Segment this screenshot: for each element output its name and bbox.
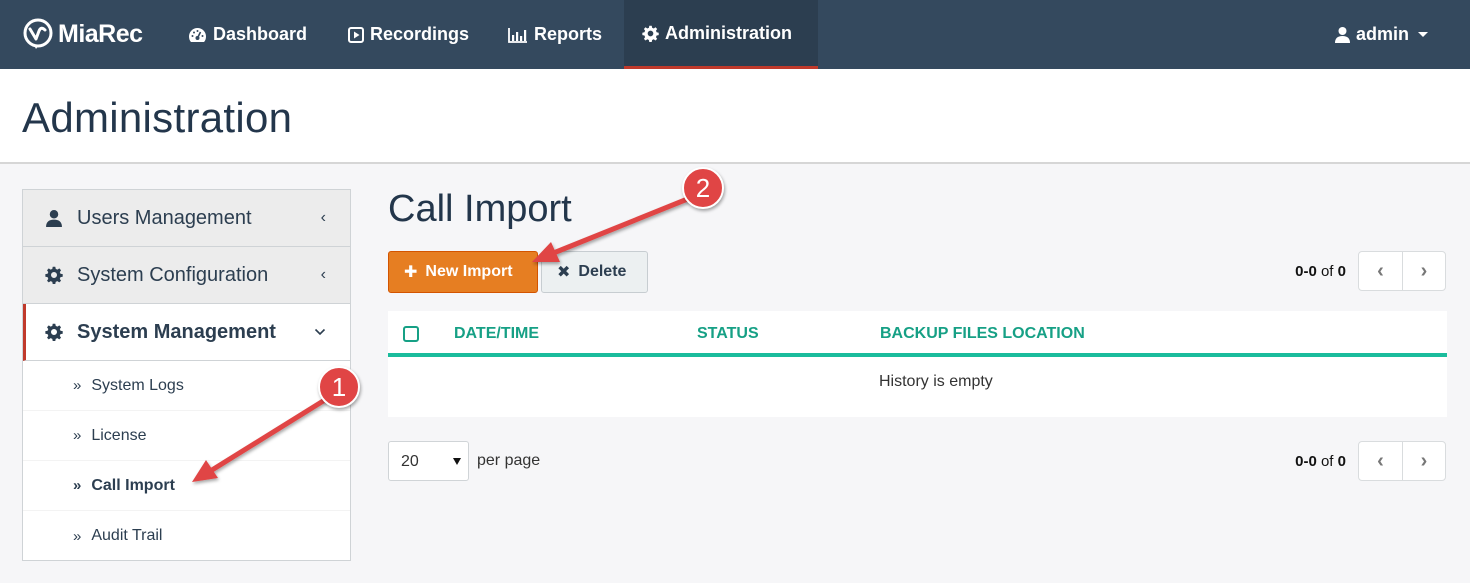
sidebar-item-license[interactable]: » License xyxy=(23,411,350,461)
nav-administration[interactable]: Administration xyxy=(624,0,818,69)
sidebar-group-label: System Management xyxy=(77,320,276,343)
pagination-bottom: 0-0 of 0 ‹ › xyxy=(1295,441,1446,481)
per-page-label: per page xyxy=(477,452,541,469)
pagination-range: 0-0 xyxy=(1295,452,1317,470)
plus-icon: ✚ xyxy=(404,264,418,281)
chevron-left-icon: ‹ xyxy=(320,266,326,283)
caret-down-icon xyxy=(1418,32,1428,37)
sidebar-item-label: Call Import xyxy=(91,476,175,494)
double-chevron-icon: » xyxy=(73,477,82,494)
pagination-buttons: ‹ › xyxy=(1358,251,1446,291)
new-import-label: New Import xyxy=(425,263,513,280)
sidebar-item-system-logs[interactable]: » System Logs xyxy=(23,361,350,411)
prev-page-button[interactable]: ‹ xyxy=(1359,442,1402,480)
delete-label: Delete xyxy=(578,263,627,280)
chevron-left-icon: ‹ xyxy=(1377,259,1384,282)
page-header: Administration xyxy=(0,69,1470,164)
brand-logo[interactable]: MiaRec xyxy=(22,16,143,52)
section-title: Call Import xyxy=(388,188,572,230)
empty-table-message: History is empty xyxy=(879,373,993,390)
brand-name: MiaRec xyxy=(58,19,143,48)
sidebar-group-label: System Configuration xyxy=(77,263,269,286)
caret-down-icon xyxy=(453,458,461,465)
double-chevron-icon: » xyxy=(73,377,82,394)
sidebar-group-system-configuration[interactable]: System Configuration ‹ xyxy=(23,247,350,304)
play-square-icon xyxy=(348,26,364,43)
nav-dashboard[interactable]: Dashboard xyxy=(188,0,307,69)
user-icon xyxy=(1334,27,1350,43)
per-page-select[interactable]: 20 xyxy=(388,441,469,481)
column-header-status[interactable]: STATUS xyxy=(697,325,759,343)
select-all-checkbox[interactable] xyxy=(403,326,419,342)
delete-button[interactable]: ✖ Delete xyxy=(541,251,648,293)
prev-page-button[interactable]: ‹ xyxy=(1359,252,1402,290)
double-chevron-icon: » xyxy=(73,527,82,545)
pagination-of: of xyxy=(1320,262,1334,280)
chevron-left-icon: ‹ xyxy=(1377,449,1384,472)
sidebar-item-call-import[interactable]: » Call Import xyxy=(23,461,350,511)
per-page-control: 20 per page xyxy=(388,441,540,481)
pagination-summary: 0-0 of 0 xyxy=(1295,263,1346,280)
pagination-range: 0-0 xyxy=(1295,262,1317,280)
next-page-button[interactable]: › xyxy=(1402,252,1445,290)
chevron-down-icon xyxy=(314,328,326,336)
dashboard-icon xyxy=(189,27,206,42)
per-page-value: 20 xyxy=(401,453,419,470)
sidebar-item-label: Audit Trail xyxy=(91,527,163,544)
pagination-total: 0 xyxy=(1337,262,1346,280)
nav-reports[interactable]: Reports xyxy=(508,0,602,69)
pagination-top: 0-0 of 0 ‹ › xyxy=(1295,251,1446,291)
sidebar-group-users-management[interactable]: Users Management ‹ xyxy=(23,190,350,247)
chevron-right-icon: › xyxy=(1420,449,1428,472)
pagination-total: 0 xyxy=(1337,452,1346,470)
table-header: DATE/TIME STATUS BACKUP FILES LOCATION xyxy=(388,311,1447,357)
nav-dashboard-label: Dashboard xyxy=(213,24,308,44)
new-import-button[interactable]: ✚ New Import xyxy=(388,251,538,293)
pagination-buttons: ‹ › xyxy=(1358,441,1446,481)
sidebar-group-system-management[interactable]: System Management xyxy=(23,304,350,361)
nav-reports-label: Reports xyxy=(534,24,603,44)
close-icon: ✖ xyxy=(557,264,571,281)
pagination-summary: 0-0 of 0 xyxy=(1295,453,1346,470)
user-name: admin xyxy=(1355,24,1409,44)
user-icon xyxy=(46,210,62,227)
sidebar-item-label: License xyxy=(91,426,147,444)
sidebar-group-label: Users Management xyxy=(77,206,252,229)
nav-recordings[interactable]: Recordings xyxy=(348,0,469,69)
top-navbar: MiaRec Dashboard Recordings Reports Admi… xyxy=(0,0,1470,69)
column-header-date-time[interactable]: DATE/TIME xyxy=(454,325,539,343)
column-header-backup-files-location[interactable]: BACKUP FILES LOCATION xyxy=(880,325,1085,343)
next-page-button[interactable]: › xyxy=(1402,442,1445,480)
nav-recordings-label: Recordings xyxy=(370,24,470,44)
user-menu[interactable]: admin xyxy=(1334,0,1428,69)
chevron-right-icon: › xyxy=(1420,259,1428,282)
gear-icon xyxy=(642,25,659,42)
sidebar: Users Management ‹ System Configuration … xyxy=(22,189,351,561)
gear-icon xyxy=(45,323,63,341)
sidebar-item-label: System Logs xyxy=(91,376,184,394)
chevron-left-icon: ‹ xyxy=(320,209,326,226)
miarec-logo-icon xyxy=(23,18,53,49)
pagination-of: of xyxy=(1320,452,1334,470)
bar-chart-icon xyxy=(508,27,527,43)
sidebar-item-audit-trail[interactable]: » Audit Trail xyxy=(23,511,350,561)
double-chevron-icon: » xyxy=(73,427,82,444)
nav-administration-label: Administration xyxy=(665,22,793,43)
gear-icon xyxy=(45,266,63,284)
page-title: Administration xyxy=(22,94,293,141)
call-import-table: DATE/TIME STATUS BACKUP FILES LOCATION H… xyxy=(388,311,1447,417)
annotation-step-2-badge: 2 xyxy=(682,167,724,209)
annotation-step-1-badge: 1 xyxy=(318,366,360,408)
